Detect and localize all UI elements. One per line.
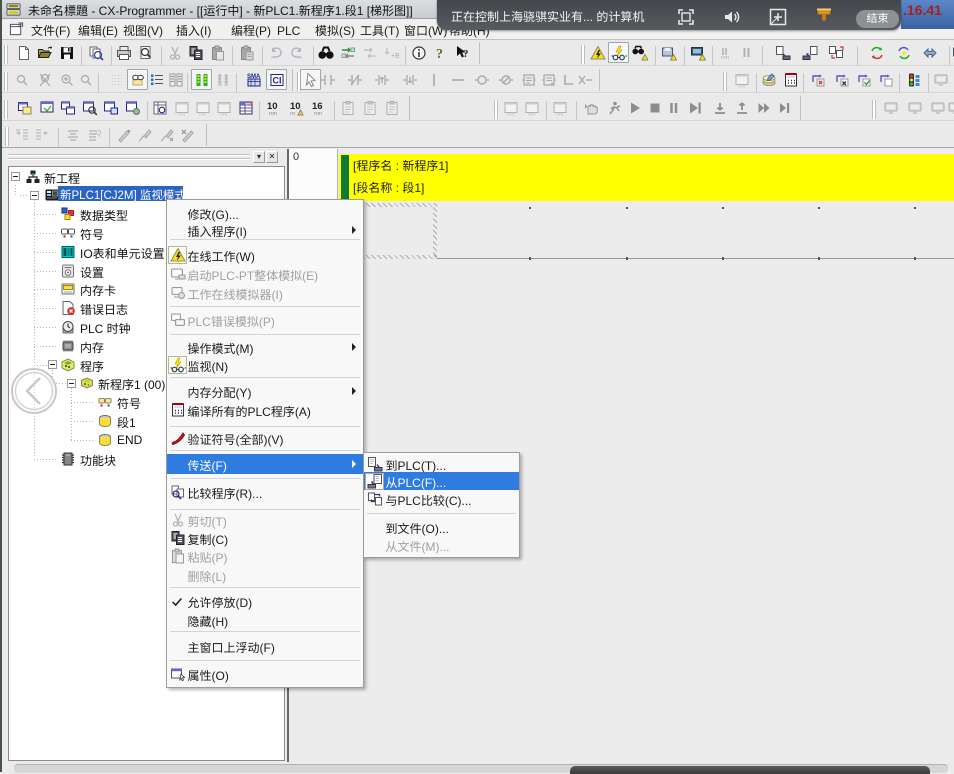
svg-text:ron: ron [178,112,185,117]
svg-text:ron: ron [738,84,745,89]
svg-text:+B: +B [391,53,399,60]
svg-text:ron: ron [556,112,563,117]
svg-text:ron: ron [269,111,277,116]
svg-text:ron: ron [528,112,535,117]
svg-text:?: ? [463,48,469,60]
svg-text:ron: ron [199,112,206,117]
svg-text:BIN: BIN [247,102,253,106]
svg-text:ron: ron [220,112,227,117]
svg-text:ron: ron [721,55,729,61]
svg-text:ron: ron [314,111,322,116]
svg-text:?: ? [436,47,443,61]
svg-text:ro: ro [290,111,295,116]
svg-text:Q: Q [96,130,102,137]
svg-text:CI: CI [273,76,282,86]
svg-text:ron: ron [507,112,514,117]
